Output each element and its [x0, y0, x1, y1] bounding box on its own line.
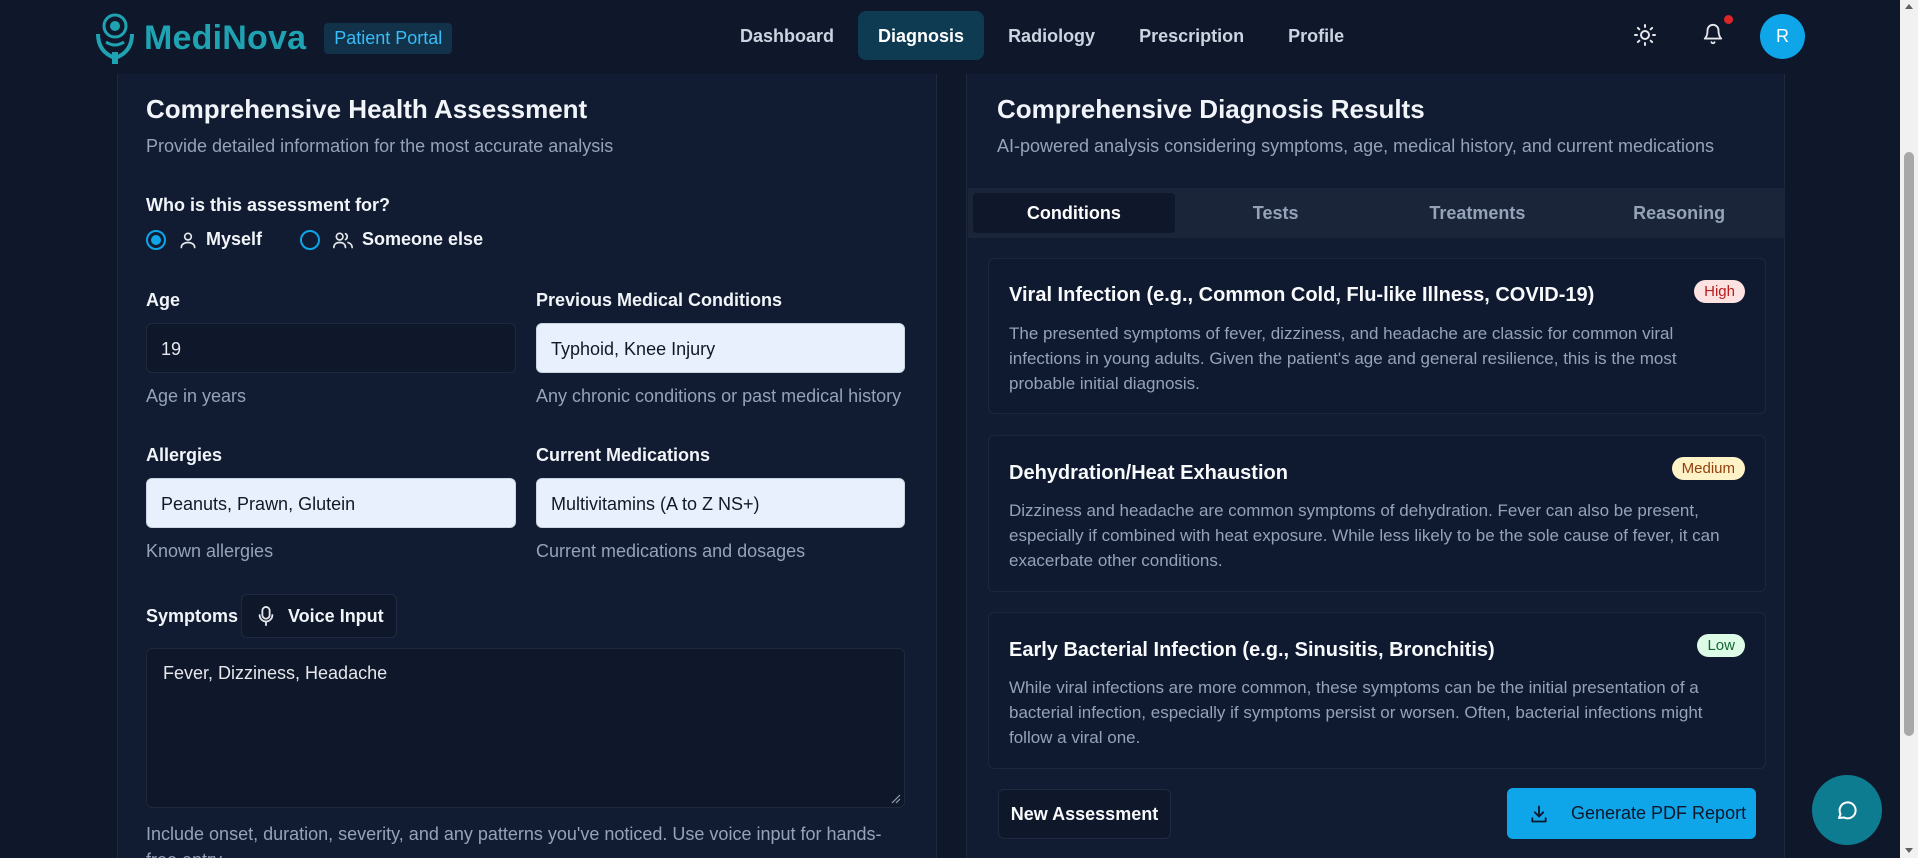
likelihood-badge: Low [1697, 634, 1745, 657]
bell-icon [1703, 24, 1723, 45]
radio-myself[interactable] [146, 229, 166, 250]
condition-card: Dehydration/Heat Exhaustion Medium Dizzi… [988, 435, 1766, 592]
conditions-input[interactable]: Typhoid, Knee Injury [536, 323, 905, 373]
allergies-label: Allergies [146, 445, 223, 465]
condition-title: Viral Infection (e.g., Common Cold, Flu-… [1009, 284, 1595, 306]
medications-input[interactable]: Multivitamins (A to Z NS+) [536, 478, 905, 528]
generate-pdf-label: Generate PDF Report [1571, 803, 1747, 823]
tab-treatments[interactable]: Treatments [1377, 193, 1579, 233]
nav-profile[interactable]: Profile [1268, 11, 1364, 60]
nav-diagnosis[interactable]: Diagnosis [858, 11, 985, 60]
who-label: Who is this assessment for? [146, 195, 391, 215]
likelihood-badge: Medium [1671, 457, 1745, 480]
new-assessment-button[interactable]: New Assessment [998, 789, 1171, 839]
condition-description: While viral infections are more common, … [1009, 678, 1703, 747]
radio-someone-else[interactable] [300, 229, 321, 250]
notification-dot [1724, 15, 1733, 24]
conditions-label: Previous Medical Conditions [536, 290, 783, 310]
radio-myself-label[interactable]: Myself [206, 229, 262, 250]
voice-input-label: Voice Input [288, 605, 384, 626]
symptoms-hint: Include onset, duration, severity, and a… [146, 824, 882, 858]
scroll-down-icon[interactable] [1905, 848, 1913, 853]
likelihood-badge: High [1694, 280, 1745, 303]
top-header: MediNova Patient Portal Dashboard Diagno… [0, 0, 1900, 74]
condition-card: Early Bacterial Infection (e.g., Sinusit… [988, 612, 1766, 769]
page-scrollbar[interactable] [1900, 0, 1918, 858]
assessment-title: Comprehensive Health Assessment [146, 94, 588, 124]
condition-title: Dehydration/Heat Exhaustion [1009, 462, 1288, 484]
condition-description: Dizziness and headache are common sympto… [1009, 501, 1720, 570]
brand-logo[interactable]: MediNova Patient Portal [94, 12, 453, 64]
who-radio-group: Myself Someone else [146, 229, 483, 250]
age-label: Age [146, 290, 181, 310]
portal-badge: Patient Portal [324, 22, 453, 54]
chat-button[interactable] [1812, 775, 1882, 845]
conditions-hint: Any chronic conditions or past medical h… [536, 386, 902, 406]
symptoms-label: Symptoms [146, 606, 239, 626]
main-nav: Dashboard Diagnosis Radiology Prescripti… [720, 11, 1364, 60]
age-input[interactable]: 19 [146, 323, 516, 373]
allergies-hint: Known allergies [146, 541, 274, 561]
scroll-thumb[interactable] [1904, 152, 1914, 736]
results-title: Comprehensive Diagnosis Results [997, 94, 1425, 124]
chat-icon [1838, 801, 1857, 820]
microphone-icon [258, 606, 274, 626]
nav-prescription[interactable]: Prescription [1119, 11, 1264, 60]
condition-card: Viral Infection (e.g., Common Cold, Flu-… [988, 258, 1766, 414]
age-hint: Age in years [146, 386, 247, 406]
tab-conditions[interactable]: Conditions [973, 193, 1175, 233]
brand-name: MediNova [144, 18, 307, 57]
voice-input-button[interactable]: Voice Input [241, 594, 397, 638]
medications-hint: Current medications and dosages [536, 541, 806, 561]
results-tabs: Conditions Tests Treatments Reasoning [968, 188, 1785, 238]
nav-dashboard[interactable]: Dashboard [720, 11, 854, 60]
symptoms-textarea[interactable]: Fever, Dizziness, Headache [146, 648, 905, 808]
nav-radiology[interactable]: Radiology [988, 11, 1115, 60]
user-icon [180, 232, 196, 248]
allergies-input[interactable]: Peanuts, Prawn, Glutein [146, 478, 516, 528]
results-subtitle: AI-powered analysis considering symptoms… [997, 136, 1714, 156]
condition-description: The presented symptoms of fever, dizzine… [1009, 324, 1677, 393]
symptoms-text: Fever, Dizziness, Headache [163, 663, 388, 683]
users-icon [333, 232, 354, 248]
tab-reasoning[interactable]: Reasoning [1578, 193, 1780, 233]
condition-title: Early Bacterial Infection (e.g., Sinusit… [1009, 639, 1495, 661]
medications-label: Current Medications [536, 445, 711, 465]
avatar[interactable]: R [1760, 14, 1805, 59]
resize-grip-icon[interactable] [891, 794, 901, 804]
assessment-subtitle: Provide detailed information for the mos… [146, 136, 614, 156]
scroll-up-icon[interactable] [1905, 4, 1913, 9]
tab-tests[interactable]: Tests [1175, 193, 1377, 233]
radio-someone-else-label[interactable]: Someone else [362, 229, 483, 250]
sun-icon [1634, 24, 1656, 46]
theme-toggle-button[interactable] [1633, 23, 1657, 52]
generate-pdf-button[interactable]: Generate PDF Report [1507, 788, 1756, 839]
download-icon [1531, 805, 1547, 822]
medinova-logo-icon [96, 13, 134, 64]
notifications-button[interactable] [1702, 22, 1724, 51]
